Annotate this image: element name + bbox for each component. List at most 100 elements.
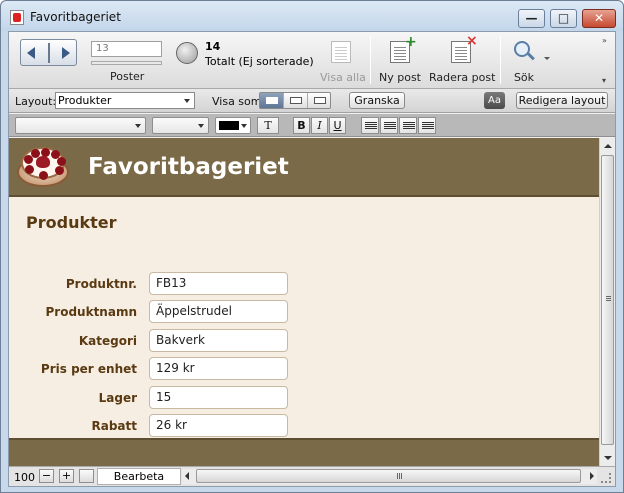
record-slider[interactable] — [91, 61, 162, 65]
vertical-scroll-thumb[interactable] — [601, 155, 614, 445]
minimize-button[interactable]: — — [518, 9, 545, 28]
italic-button[interactable]: I — [311, 117, 328, 134]
find-button[interactable]: Sök — [509, 40, 539, 84]
field-unit-price[interactable]: 129 kr — [149, 357, 288, 380]
app-window: Favoritbageriet — □ ✕ 13 Poster 14 Total… — [0, 0, 624, 493]
layout-select[interactable]: Produkter — [55, 92, 195, 109]
align-left-icon — [365, 122, 377, 123]
list-view-icon — [290, 97, 302, 104]
maximize-button[interactable]: □ — [550, 9, 577, 28]
horizontal-scroll-thumb[interactable] — [196, 469, 581, 483]
text-style-button[interactable]: T — [257, 117, 279, 134]
table-view-button[interactable] — [308, 93, 332, 108]
current-record-input[interactable]: 13 — [91, 41, 162, 57]
client-area: 13 Poster 14 Totalt (Ej sorterade) Visa … — [8, 31, 616, 487]
layout-bar: Layout: Produkter Visa som: Granska Aa R… — [9, 89, 615, 113]
previous-record-icon[interactable] — [27, 47, 35, 59]
view-as-switcher — [259, 92, 331, 109]
view-as-label: Visa som: — [212, 95, 266, 108]
found-set-pie-icon — [176, 42, 198, 64]
record-book-navigator[interactable] — [20, 39, 77, 66]
zoom-in-button[interactable]: + — [59, 469, 74, 483]
close-button[interactable]: ✕ — [582, 9, 616, 28]
status-toolbar: 13 Poster 14 Totalt (Ej sorterade) Visa … — [9, 32, 615, 89]
align-center-icon — [384, 122, 396, 123]
field-label-product-number: Produktnr. — [65, 277, 137, 291]
grip-icon — [606, 296, 611, 297]
toolbar-divider — [500, 36, 501, 84]
zoom-level[interactable]: 100 — [14, 471, 35, 484]
justify-icon — [422, 122, 434, 123]
find-label: Sök — [513, 71, 535, 84]
new-record-label: Ny post — [379, 71, 421, 84]
mode-selector[interactable]: Bearbeta — [97, 468, 181, 485]
justify-button[interactable] — [418, 117, 436, 134]
align-right-icon — [403, 122, 415, 123]
toolbar-overflow-icon[interactable]: » — [602, 36, 607, 45]
status-bar: 100 − + Bearbeta — [9, 466, 615, 486]
form-view-icon — [266, 97, 278, 104]
show-all-button[interactable]: Visa alla — [320, 40, 366, 84]
show-all-icon — [329, 40, 353, 64]
scroll-left-icon[interactable] — [185, 472, 189, 480]
toolbar-collapse-icon[interactable]: ▾ — [602, 76, 606, 85]
toolbar-toggle-button[interactable] — [79, 469, 94, 483]
chevron-down-icon — [135, 124, 141, 128]
found-count: 14 — [205, 40, 221, 53]
chevron-down-icon — [241, 124, 247, 128]
scroll-right-icon[interactable] — [590, 472, 594, 480]
book-spine-icon — [48, 43, 50, 63]
edit-layout-button[interactable]: Redigera layout — [516, 92, 608, 109]
align-left-button[interactable] — [361, 117, 379, 134]
field-label-product-name: Produktnamn — [45, 305, 138, 319]
delete-record-button[interactable]: × Radera post — [429, 34, 495, 84]
section-title: Produkter — [26, 213, 117, 232]
magnifier-icon — [512, 40, 536, 64]
font-select[interactable] — [15, 117, 146, 134]
scroll-up-icon[interactable] — [604, 144, 612, 148]
next-record-icon[interactable] — [62, 47, 70, 59]
delete-record-icon: × — [449, 34, 478, 64]
field-product-name[interactable]: Äppelstrudel — [149, 300, 288, 323]
field-label-discount: Rabatt — [91, 419, 138, 433]
chevron-down-icon — [184, 99, 190, 103]
layout-select-value: Produkter — [58, 94, 112, 107]
find-menu-arrow-icon[interactable] — [544, 57, 550, 60]
zoom-out-button[interactable]: − — [39, 469, 54, 483]
chevron-down-icon — [198, 124, 204, 128]
title-bar[interactable]: Favoritbageriet — □ ✕ — [1, 1, 623, 31]
scroll-down-icon[interactable] — [604, 456, 612, 460]
horizontal-scrollbar[interactable] — [182, 469, 597, 484]
form-view-button[interactable] — [260, 93, 284, 108]
underline-button[interactable]: U — [329, 117, 346, 134]
form-footer — [9, 438, 599, 466]
records-label: Poster — [110, 70, 145, 83]
bold-button[interactable]: B — [293, 117, 310, 134]
formatting-bar: T B I U — [9, 114, 615, 137]
new-record-button[interactable]: + Ny post — [378, 35, 422, 84]
form-header-title: Favoritbageriet — [88, 154, 289, 180]
form-header: Favoritbageriet — [9, 138, 599, 197]
text-color-picker[interactable] — [215, 117, 251, 134]
layout-label: Layout: — [15, 95, 57, 108]
field-label-unit-price: Pris per enhet — [40, 362, 137, 376]
close-icon: ✕ — [593, 11, 605, 25]
field-discount[interactable]: 26 kr — [149, 414, 288, 437]
align-center-button[interactable] — [380, 117, 398, 134]
preview-button[interactable]: Granska — [349, 92, 405, 109]
list-view-button[interactable] — [284, 93, 308, 108]
grip-icon — [397, 473, 398, 479]
maximize-icon: □ — [557, 11, 570, 25]
resize-grip-icon[interactable] — [601, 473, 611, 483]
form-content: Favoritbageriet Produkter Produktnr. FB1… — [9, 138, 599, 466]
color-swatch — [219, 121, 239, 130]
vertical-scrollbar[interactable] — [599, 138, 615, 466]
align-right-button[interactable] — [399, 117, 417, 134]
field-product-number[interactable]: FB13 — [149, 272, 288, 295]
field-stock[interactable]: 15 — [149, 386, 288, 409]
toolbar-divider — [370, 36, 371, 84]
field-category[interactable]: Bakverk — [149, 329, 288, 352]
field-label-category: Kategori — [78, 334, 137, 348]
font-size-select[interactable] — [152, 117, 209, 134]
formatting-bar-toggle-button[interactable]: Aa — [484, 92, 505, 109]
